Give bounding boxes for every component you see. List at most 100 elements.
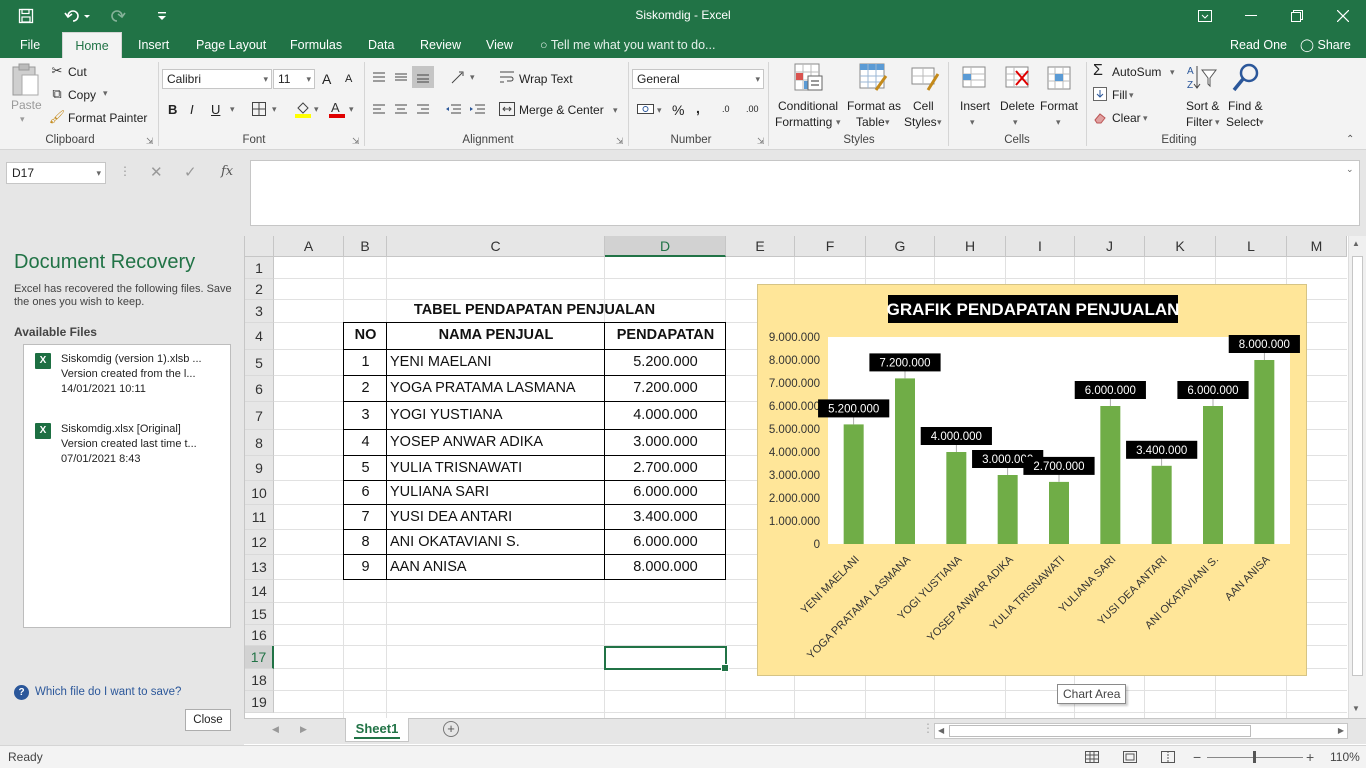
minimize-button[interactable] [1228,0,1274,32]
cell-no[interactable]: 2 [344,380,387,396]
row-header-17[interactable]: 17 [245,646,274,669]
align-left-icon[interactable] [370,100,388,118]
bold-button[interactable]: B [168,102,177,117]
number-format-box[interactable]: General ▾ [632,69,764,89]
accounting-dropdown-icon[interactable]: ▾ [657,105,662,116]
font-name-box[interactable]: Calibri ▾ [162,69,272,89]
horizontal-scrollbar[interactable]: ◀ ▶ [934,723,1348,739]
tab-page-layout[interactable]: Page Layout [186,32,276,58]
column-header-g[interactable]: G [866,236,935,257]
font-color-dropdown-icon[interactable]: ▾ [349,104,354,115]
cell-no[interactable]: 1 [344,354,387,370]
recovery-file-item[interactable]: X Siskomdig.xlsx [Original] Version crea… [24,417,230,477]
collapse-ribbon-icon[interactable]: ⌃ [1346,134,1354,145]
font-launcher-icon[interactable]: ⇲ [352,136,360,147]
row-header-5[interactable]: 5 [245,350,274,376]
column-header-h[interactable]: H [935,236,1006,257]
scroll-down-icon[interactable]: ▼ [1352,704,1360,713]
paste-button[interactable]: Paste [11,98,42,112]
cell-no[interactable]: 9 [344,559,387,575]
tab-formulas[interactable]: Formulas [280,32,352,58]
increase-decimal-button[interactable]: .0 [722,104,730,114]
fill-button[interactable]: Fill [1112,88,1127,102]
column-header-b[interactable]: B [344,236,387,257]
restore-button[interactable] [1274,0,1320,32]
column-header-i[interactable]: I [1006,236,1075,257]
orientation-dropdown-icon[interactable]: ▾ [470,72,475,83]
ribbon-display-icon[interactable] [1182,0,1228,32]
row-header-10[interactable]: 10 [245,481,274,505]
cell-name[interactable]: YULIA TRISNAWATI [390,460,522,476]
cell-value[interactable]: 8.000.000 [605,559,726,575]
zoom-level[interactable]: 110% [1330,750,1360,764]
table-title[interactable]: TABEL PENDAPATAN PENJUALAN [344,302,725,318]
align-right-icon[interactable] [414,100,432,118]
font-color-icon[interactable]: A [328,100,346,118]
cell-name[interactable]: YULIANA SARI [390,484,489,500]
page-break-view-icon[interactable] [1160,749,1176,765]
vertical-scrollbar[interactable]: ▲ ▼ [1348,236,1366,718]
fill-color-icon[interactable] [294,100,312,118]
confirm-entry-icon[interactable]: ✓ [184,163,197,181]
cell-name[interactable]: YOGA PRATAMA LASMANA [390,380,576,396]
scroll-sheets-right-icon[interactable]: ▶ [300,724,307,735]
column-header-e[interactable]: E [726,236,795,257]
paste-dropdown-icon[interactable]: ▾ [20,114,25,125]
tab-data[interactable]: Data [358,32,404,58]
cell-name[interactable]: YENI MAELANI [390,354,492,370]
row-header-2[interactable]: 2 [245,279,274,300]
column-header-d[interactable]: D [605,236,726,257]
cell-value[interactable]: 6.000.000 [605,534,726,550]
find-select-button[interactable]: Find & [1228,99,1263,113]
copy-button[interactable]: Copy [68,88,96,102]
align-center-icon[interactable] [392,100,410,118]
cut-button[interactable]: Cut [68,65,87,79]
wrap-text-button[interactable]: Wrap Text [519,72,573,86]
cell-no[interactable]: 4 [344,434,387,450]
zoom-out-button[interactable]: − [1193,749,1201,765]
underline-button[interactable]: U [211,102,220,117]
which-file-help-link[interactable]: ? Which file do I want to save? [14,685,181,700]
align-bottom-icon[interactable] [412,66,434,88]
scroll-sheets-left-icon[interactable]: ◀ [272,724,279,735]
cell-no[interactable]: 8 [344,534,387,550]
tab-review[interactable]: Review [410,32,471,58]
merge-dropdown-icon[interactable]: ▾ [613,105,618,116]
read-one-link[interactable]: Read One [1220,32,1297,58]
grow-font-icon[interactable]: A [322,71,331,87]
paste-icon[interactable] [8,62,42,98]
cell-name[interactable]: ANI OKATAVIANI S. [390,534,520,550]
row-header-1[interactable]: 1 [245,257,274,279]
close-window-button[interactable] [1320,0,1366,32]
tab-file[interactable]: File [10,32,50,58]
cell-value[interactable]: 3.400.000 [605,509,726,525]
font-size-box[interactable]: 11 ▾ [273,69,315,89]
sales-chart[interactable]: GRAFIK PENDAPATAN PENJUALAN 0 1.000.000 2.0… [757,284,1307,676]
align-middle-icon[interactable] [392,68,410,86]
row-header-14[interactable]: 14 [245,580,274,603]
tab-home[interactable]: Home [62,32,122,58]
vertical-scroll-thumb[interactable] [1352,256,1363,676]
conditional-formatting-button[interactable]: Conditional [778,99,838,113]
cell-no[interactable]: 3 [344,407,387,423]
share-button[interactable]: ◯ Share [1290,32,1361,58]
cell-name[interactable]: YUSI DEA ANTARI [390,509,512,525]
cell-value[interactable]: 3.000.000 [605,434,726,450]
new-sheet-button[interactable]: + [443,721,459,737]
row-header-3[interactable]: 3 [245,300,274,323]
clipboard-launcher-icon[interactable]: ⇲ [146,136,154,147]
cell-value[interactable]: 5.200.000 [605,354,726,370]
column-header-k[interactable]: K [1145,236,1216,257]
zoom-in-button[interactable]: + [1306,749,1314,765]
row-header-6[interactable]: 6 [245,376,274,402]
cell-no[interactable]: 6 [344,484,387,500]
format-as-table-button[interactable]: Format as [847,99,901,113]
insert-function-icon[interactable]: fx [221,164,233,179]
format-cells-button[interactable]: Format [1040,99,1078,113]
normal-view-icon[interactable] [1084,749,1100,765]
select-all-corner[interactable] [245,236,274,257]
cell-value[interactable]: 4.000.000 [605,407,726,423]
tab-view[interactable]: View [476,32,523,58]
cell-no[interactable]: 7 [344,509,387,525]
delete-cells-button[interactable]: Delete [1000,99,1035,113]
